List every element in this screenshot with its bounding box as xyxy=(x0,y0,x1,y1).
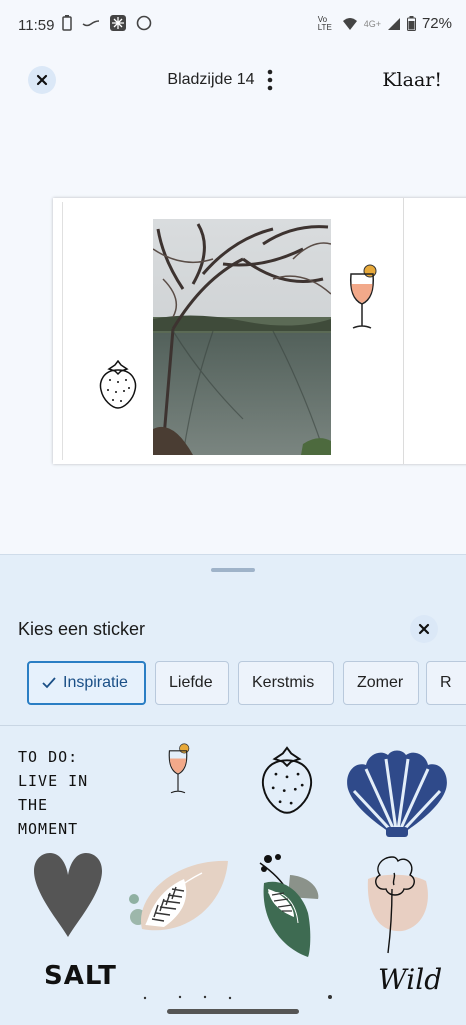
more-options-icon[interactable] xyxy=(266,69,274,91)
battery-percent: 72% xyxy=(421,15,452,32)
sticker-sheet: Kies een sticker Inspiratie Liefde Kerst… xyxy=(0,554,466,1025)
chip-label: Liefde xyxy=(169,674,213,691)
chip-inspiratie[interactable]: Inspiratie xyxy=(27,661,146,705)
home-indicator[interactable] xyxy=(167,1009,299,1014)
network-label: 4G+ xyxy=(363,18,381,29)
chip-liefde[interactable]: Liefde xyxy=(155,661,229,705)
salt-sticker[interactable]: SALT xyxy=(44,961,117,991)
left-page[interactable] xyxy=(62,202,399,460)
chip-kerstmis[interactable]: Kerstmis xyxy=(238,661,334,705)
circle-icon xyxy=(136,15,152,31)
drag-handle[interactable] xyxy=(211,568,255,572)
todo-line: LIVE IN xyxy=(18,772,89,790)
wine-glass-sticker-placed[interactable] xyxy=(345,264,379,336)
page-canvas xyxy=(0,108,466,554)
wine-glass-sticker[interactable] xyxy=(164,743,192,799)
chip-label: Zomer xyxy=(357,674,404,691)
chip-r[interactable]: R xyxy=(426,661,466,705)
status-right: Vo LTE 4G+ 72% xyxy=(318,15,452,32)
chip-label: Inspiratie xyxy=(63,674,128,691)
wave-icon xyxy=(82,20,100,27)
status-time: 11:59 xyxy=(18,17,55,34)
page-title: Bladzijde 14 xyxy=(167,71,255,88)
todo-line: THE xyxy=(18,796,49,814)
signal-icon xyxy=(387,17,400,30)
partial-sticker-dots xyxy=(143,995,332,1000)
photo-pond[interactable] xyxy=(153,219,331,455)
sheet-separator xyxy=(0,725,466,726)
done-button[interactable]: Klaar! xyxy=(382,69,442,91)
strawberry-sticker-placed[interactable] xyxy=(97,360,139,410)
volte-label: Vo LTE xyxy=(317,14,332,32)
leaf-beige-sticker[interactable] xyxy=(124,857,230,939)
battery-icon xyxy=(406,16,416,31)
close-icon xyxy=(418,623,430,635)
check-icon xyxy=(42,677,56,689)
notification-icons xyxy=(62,15,152,31)
heart-sticker[interactable] xyxy=(30,853,106,939)
sheet-close-button[interactable] xyxy=(410,615,438,643)
sticker-todo[interactable]: TO DO: LIVE IN THE MOMENT xyxy=(18,745,118,841)
todo-line: TO DO: xyxy=(18,748,79,766)
wifi-icon xyxy=(342,17,357,30)
leaf-green-sticker[interactable] xyxy=(254,853,322,959)
battery-saver-icon xyxy=(62,15,72,31)
category-chips: Inspiratie Liefde Kerstmis Zomer xyxy=(27,661,419,705)
page-divider xyxy=(403,198,404,464)
seashell-sticker[interactable] xyxy=(344,749,450,839)
book-spread xyxy=(53,198,466,464)
chip-label: Kerstmis xyxy=(252,674,315,691)
status-bar: 11:59 Vo LTE 4G+ 72% xyxy=(0,0,466,52)
editor-header: Bladzijde 14 Klaar! xyxy=(0,52,466,108)
todo-line: MOMENT xyxy=(18,820,79,838)
wild-sticker[interactable]: Wild xyxy=(378,963,442,996)
strawberry-sticker[interactable] xyxy=(258,745,316,817)
flower-sticker[interactable] xyxy=(362,853,432,957)
snow-icon xyxy=(110,15,126,31)
chip-label: R xyxy=(440,674,452,691)
sheet-title: Kies een sticker xyxy=(18,619,146,639)
chip-overflow: R xyxy=(426,661,466,705)
chip-zomer[interactable]: Zomer xyxy=(343,661,419,705)
